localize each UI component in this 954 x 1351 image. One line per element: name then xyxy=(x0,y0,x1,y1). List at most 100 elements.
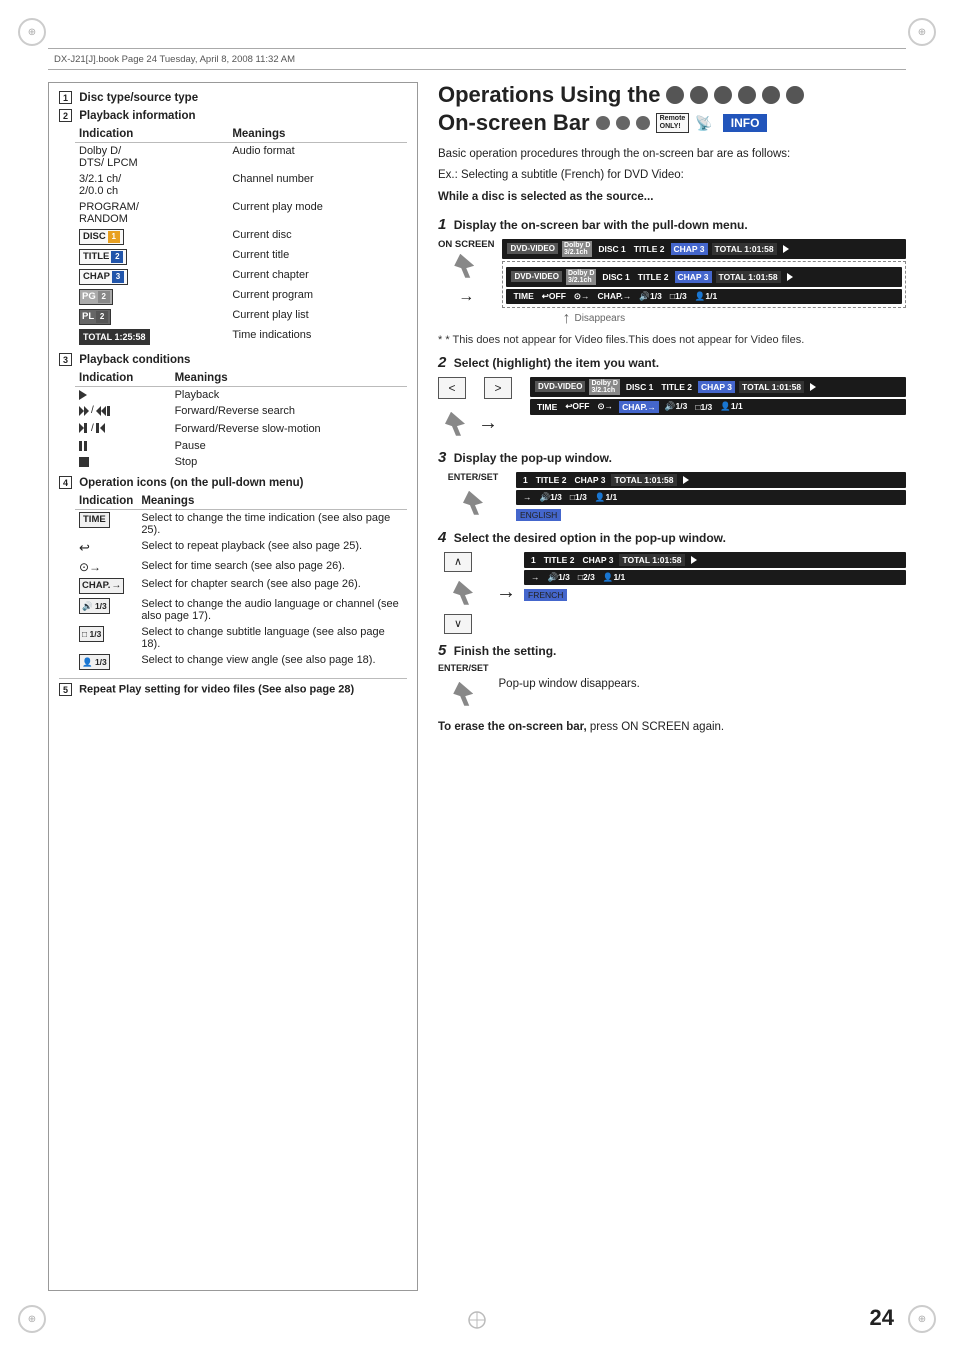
table-row: □ 1/3 Select to change subtitle language… xyxy=(75,624,407,652)
on-screen-label: ON SCREEN xyxy=(438,239,494,250)
table-row: 🔊 1/3 Select to change the audio languag… xyxy=(75,596,407,624)
ops-desc-2: Ex.: Selecting a subtitle (French) for D… xyxy=(438,167,906,184)
section-5-num: 5 xyxy=(59,683,72,696)
corner-mark-tl: ⊕ xyxy=(18,18,46,46)
section-1: 1 Disc type/source type xyxy=(59,91,407,104)
table-row: CHAP.→ Select for chapter search (see al… xyxy=(75,576,407,596)
step-2-arrow: → xyxy=(478,412,498,435)
table-row: Dolby D/DTS/ LPCM Audio format xyxy=(75,143,407,172)
center-bottom-mark xyxy=(467,1310,487,1333)
col-indication: Indication xyxy=(75,126,228,143)
chap-arrow-badge: CHAP.→ xyxy=(79,578,124,594)
timesearch-icon: ⊙→ xyxy=(79,560,101,574)
col-meanings: Meanings xyxy=(228,126,407,143)
dvd-bar-step2: DVD-VIDEO Dolby D3/2.1ch DISC 1 TITLE 2 … xyxy=(530,377,906,397)
table-row: ↩ Select to repeat playback (see also pa… xyxy=(75,538,407,558)
table-row: PROGRAM/RANDOM Current play mode xyxy=(75,199,407,227)
table-row: PL 2 Current play list xyxy=(75,307,407,327)
stop-icon xyxy=(79,457,89,467)
dot-4 xyxy=(738,86,756,104)
ops-desc-1: Basic operation procedures through the o… xyxy=(438,146,906,163)
slow-icon: / xyxy=(79,423,105,434)
step-5-icon: ENTER/SET xyxy=(438,663,489,711)
section-4-num: 4 xyxy=(59,476,72,489)
table-row: TITLE 2 Current title xyxy=(75,247,407,267)
audio-badge: 🔊 1/3 xyxy=(79,598,110,614)
section-4: 4 Operation icons (on the pull-down menu… xyxy=(59,476,407,672)
chap-badge: CHAP 3 xyxy=(79,269,128,285)
col-indication-4: Indication xyxy=(75,493,137,510)
dvd-bar-step4: 1 TITLE 2 CHAP 3 TOTAL 1:01:58 xyxy=(524,552,906,568)
step-4-content: ∧ ∨ → 1 TITLE 2 CHAP 3 TOTAL 1:01:58 xyxy=(438,552,906,634)
nav-up-btn[interactable]: ∧ xyxy=(444,552,472,572)
step-3-content: ENTER/SET 1 TITLE 2 CHAP 3 TOTAL 1:01:58 xyxy=(438,472,906,521)
ops-desc-bold: While a disc is selected as the source..… xyxy=(438,189,906,206)
table-row: / Forward/Reverse slow-motion xyxy=(75,421,407,439)
step-2-nav: < > → xyxy=(438,377,522,441)
section-3-table: Indication Meanings Playback xyxy=(59,370,407,470)
play-icon xyxy=(79,390,87,400)
step-4: 4 Select the desired option in the pop-u… xyxy=(438,529,906,634)
main-content: 1 Disc type/source type 2 Playback infor… xyxy=(48,82,906,1291)
cursor-illustration-5 xyxy=(446,677,480,711)
section-1-title: Disc type/source type xyxy=(79,92,198,104)
section-5-title: Repeat Play setting for video files (See… xyxy=(79,683,354,695)
nav-down-btn[interactable]: ∨ xyxy=(444,614,472,634)
cursor-illustration-3 xyxy=(456,486,490,520)
popup-lang-french: FRENCH xyxy=(524,589,567,601)
table-row: Playback xyxy=(75,387,407,404)
step-1: 1 Display the on-screen bar with the pul… xyxy=(438,216,906,346)
popup-lang-english: ENGLISH xyxy=(516,509,561,521)
table-row: Pause xyxy=(75,438,407,454)
disc-badge: DISC 1 xyxy=(79,229,124,245)
enter-set-label-3: ENTER/SET xyxy=(448,472,499,482)
popup-french: FRENCH xyxy=(524,587,906,601)
section-5: 5 Repeat Play setting for video files (S… xyxy=(59,678,407,696)
col-meanings-3: Meanings xyxy=(171,370,407,387)
step-3-icon: ENTER/SET xyxy=(438,472,508,520)
step-1-title: 1 Display the on-screen bar with the pul… xyxy=(438,216,906,233)
cursor-illustration-4 xyxy=(446,576,480,610)
dot-sm-1 xyxy=(596,116,610,130)
dot-2 xyxy=(690,86,708,104)
step-5: 5 Finish the setting. ENTER/SET Pop-up w… xyxy=(438,642,906,711)
step-1-arrow: → xyxy=(458,288,474,306)
dot-sm-3 xyxy=(636,116,650,130)
subtitle-badge: □ 1/3 xyxy=(79,626,104,642)
step-2: 2 Select (highlight) the item you want. … xyxy=(438,354,906,441)
dvd-bar-step2-row2: TIME ↩OFF ⊙→ CHAP.→ 🔊1/3 □1/3 👤1/1 xyxy=(530,399,906,415)
remote-only-badge: RemoteONLY! xyxy=(656,113,690,132)
disappears-label: ↑ Disappears xyxy=(502,310,906,328)
corner-mark-bl: ⊕ xyxy=(18,1305,46,1333)
step-2-bar: DVD-VIDEO Dolby D3/2.1ch DISC 1 TITLE 2 … xyxy=(530,377,906,415)
dot-sm-2 xyxy=(616,116,630,130)
col-meanings-4: Meanings xyxy=(137,493,407,510)
table-row: 👤 1/3 Select to change view angle (see a… xyxy=(75,652,407,672)
corner-mark-br: ⊕ xyxy=(908,1305,936,1333)
enter-set-label-5: ENTER/SET xyxy=(438,663,489,673)
table-row: / Forward/Reverse search xyxy=(75,403,407,421)
table-row: CHAP 3 Current chapter xyxy=(75,267,407,287)
dot-1 xyxy=(666,86,684,104)
step-1-bars: DVD-VIDEO Dolby D3/2.1ch DISC 1 TITLE 2 … xyxy=(502,239,906,328)
step-4-title: 4 Select the desired option in the pop-u… xyxy=(438,529,906,546)
nav-left-btn[interactable]: < xyxy=(438,377,466,399)
step-1-note: * * This does not appear for Video files… xyxy=(438,334,906,346)
dvd-bar-step3-row2: → 🔊1/3 □1/3 👤1/1 xyxy=(516,490,906,505)
section-2-num: 2 xyxy=(59,109,72,122)
section-3-num: 3 xyxy=(59,353,72,366)
section-4-title: Operation icons (on the pull-down menu) xyxy=(79,477,303,489)
nav-right-btn[interactable]: > xyxy=(484,377,512,399)
table-row: DISC 1 Current disc xyxy=(75,227,407,247)
step-2-content: < > → DVD-VIDEO Dolby D3/2.1ch DISC 1 xyxy=(438,377,906,441)
dot-6 xyxy=(786,86,804,104)
section-2: 2 Playback information Indication Meanin… xyxy=(59,109,407,347)
dot-5 xyxy=(762,86,780,104)
total-badge: TOTAL 1:25:58 xyxy=(79,329,150,345)
step-5-content: ENTER/SET Pop-up window disappears. xyxy=(438,663,906,711)
step-2-title: 2 Select (highlight) the item you want. xyxy=(438,354,906,371)
step-4-nav: ∧ ∨ xyxy=(438,552,488,634)
dvd-bar-step4-row2: → 🔊1/3 □2/3 👤1/1 xyxy=(524,570,906,585)
step-5-desc: Pop-up window disappears. xyxy=(499,676,640,693)
table-row: TIME Select to change the time indicatio… xyxy=(75,510,407,539)
